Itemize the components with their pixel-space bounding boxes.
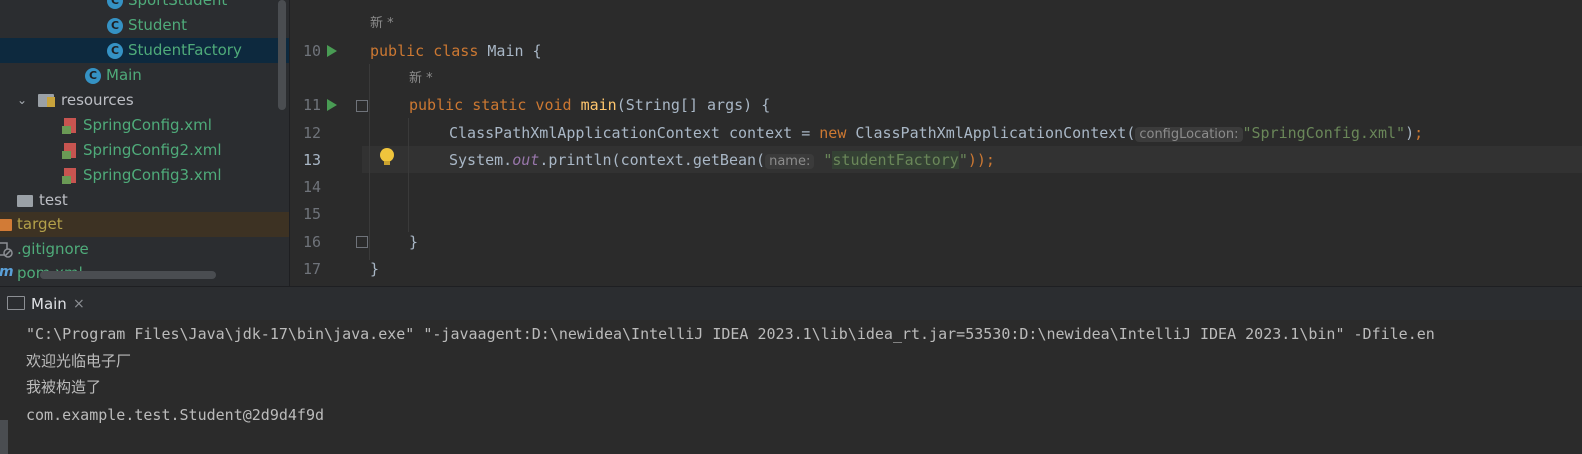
- tree-item-label: .gitignore: [17, 240, 89, 258]
- code-text: ): [1405, 124, 1415, 142]
- code-line-17[interactable]: }: [370, 256, 379, 283]
- line-number: 15: [302, 205, 321, 223]
- run-tool-window-tabs: Main ×: [0, 286, 1582, 321]
- close-icon[interactable]: ×: [73, 287, 85, 321]
- code-line-11[interactable]: public static void main(String[] args) {: [409, 92, 770, 119]
- code-text: ClassPathXmlApplicationContext(: [846, 124, 1136, 142]
- line-number: 11: [302, 96, 321, 114]
- code-line-12[interactable]: ClassPathXmlApplicationContext context =…: [449, 120, 1423, 147]
- tree-item-label: SpringConfig2.xml: [83, 141, 222, 159]
- console-icon: [7, 296, 25, 310]
- spring-xml-icon: [62, 118, 76, 134]
- keyword: public static void: [409, 96, 572, 114]
- project-tree: C SportStudent C Student C StudentFactor…: [0, 0, 289, 286]
- code-line-10[interactable]: public class Main {: [370, 38, 542, 65]
- chevron-right-icon[interactable]: ›: [0, 188, 1, 213]
- console-line: 我被构造了: [26, 378, 102, 396]
- console-line: 欢迎光临电子厂: [26, 352, 132, 370]
- line-number: 17: [302, 260, 321, 278]
- keyword: new: [819, 124, 847, 142]
- code-text: ClassPathXmlApplicationContext context =: [449, 124, 820, 142]
- run-main-icon[interactable]: [327, 99, 337, 111]
- code-line-16[interactable]: }: [409, 229, 418, 256]
- lightbulb-icon[interactable]: [380, 148, 394, 165]
- tree-item-label: SportStudent: [128, 0, 228, 9]
- fold-icon[interactable]: [356, 100, 368, 112]
- method-name: main: [580, 96, 617, 114]
- line-number: 16: [302, 233, 321, 251]
- tree-item-test[interactable]: › test: [0, 188, 289, 213]
- string-literal: studentFactory: [832, 151, 959, 169]
- line-number: 13: [302, 151, 321, 169]
- tree-item-label: test: [39, 191, 68, 209]
- tree-item-resources[interactable]: ⌄ resources: [0, 88, 289, 113]
- fold-icon[interactable]: [356, 236, 368, 248]
- code-line-13[interactable]: System.out.println(context.getBean(name:…: [449, 147, 995, 174]
- tree-item-springconfig3[interactable]: SpringConfig3.xml: [0, 163, 289, 188]
- tree-item-label: resources: [61, 91, 134, 109]
- spring-xml-icon: [62, 143, 76, 159]
- author-hint[interactable]: 新 *: [409, 69, 433, 89]
- indent-guide: [408, 118, 409, 232]
- tree-item-label: target: [17, 215, 63, 233]
- gitignore-icon: [0, 242, 13, 258]
- tree-item-springconfig2[interactable]: SpringConfig2.xml: [0, 138, 289, 163]
- maven-icon: m: [0, 264, 14, 280]
- class-icon: C: [85, 68, 101, 84]
- class-name: Main {: [487, 42, 542, 60]
- author-hint[interactable]: 新 *: [370, 14, 394, 34]
- code-text: .println(context.getBean(: [539, 151, 766, 169]
- tree-item-label: Main: [106, 66, 142, 84]
- code-text: ));: [967, 151, 995, 169]
- resources-folder-icon: [38, 94, 55, 107]
- tree-item-label: SpringConfig.xml: [83, 116, 212, 134]
- tree-horizontal-scrollbar[interactable]: [40, 271, 216, 279]
- console-line: "C:\Program Files\Java\jdk-17\bin\java.e…: [26, 325, 1435, 343]
- tree-item-studentfactory[interactable]: C StudentFactory: [0, 38, 289, 63]
- folder-icon: [17, 195, 33, 207]
- line-number: 10: [302, 42, 321, 60]
- console-scrollbar[interactable]: [0, 420, 8, 454]
- parameter-hint: name:: [765, 154, 815, 169]
- tree-item-main[interactable]: C Main: [0, 63, 289, 88]
- line-number: 14: [302, 178, 321, 196]
- class-icon: C: [107, 0, 123, 9]
- parameter-hint: configLocation:: [1135, 127, 1243, 142]
- string-literal: "SpringConfig.xml": [1242, 124, 1406, 142]
- code-text: System.: [449, 151, 513, 169]
- console-line: com.example.test.Student@2d9d4f9d: [26, 406, 325, 424]
- chevron-down-icon[interactable]: ⌄: [17, 88, 27, 113]
- tree-item-label: StudentFactory: [128, 41, 242, 59]
- run-class-icon[interactable]: [327, 45, 337, 57]
- semicolon: ;: [1414, 124, 1424, 142]
- indent-guide: [369, 64, 370, 260]
- tree-item-target[interactable]: target: [0, 212, 289, 237]
- keyword: public: [370, 42, 425, 60]
- tab-main[interactable]: Main: [31, 287, 67, 321]
- tree-item-springconfig[interactable]: SpringConfig.xml: [0, 113, 289, 138]
- tree-item-gitignore[interactable]: .gitignore: [0, 237, 289, 262]
- run-console[interactable]: "C:\Program Files\Java\jdk-17\bin\java.e…: [0, 320, 1582, 454]
- code-text: (String[] args) {: [616, 96, 771, 114]
- static-field: out: [512, 151, 540, 169]
- line-number: 12: [302, 124, 321, 142]
- class-icon: C: [107, 43, 123, 59]
- folder-icon: [0, 219, 12, 231]
- keyword: class: [433, 42, 479, 60]
- class-icon: C: [107, 18, 123, 34]
- tree-item-sportstudent[interactable]: C SportStudent: [0, 0, 289, 13]
- tree-item-label: SpringConfig3.xml: [83, 166, 222, 184]
- string-quote: ": [958, 151, 968, 169]
- tree-item-label: Student: [128, 16, 188, 34]
- tree-item-student[interactable]: C Student: [0, 13, 289, 38]
- spring-xml-icon: [62, 168, 76, 184]
- tree-vertical-scrollbar[interactable]: [278, 0, 286, 110]
